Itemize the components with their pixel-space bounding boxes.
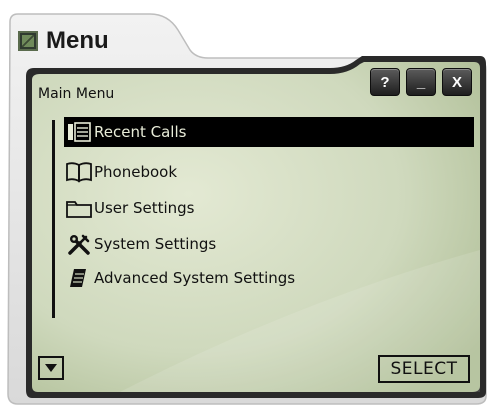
tools-icon (64, 232, 94, 256)
menu-item-system-settings[interactable]: System Settings (64, 229, 474, 259)
title-bar: Menu (18, 26, 109, 56)
select-button[interactable]: SELECT (378, 355, 470, 383)
window-title: Menu (46, 27, 109, 54)
menu-item-advanced-system-settings[interactable]: Advanced System Settings (64, 263, 474, 293)
triangle-down-icon (45, 364, 57, 372)
phonebook-icon (64, 160, 94, 184)
menu-item-recent-calls[interactable]: Recent Calls (64, 117, 474, 147)
recent-calls-icon (64, 120, 94, 144)
menu-header: Main Menu (38, 86, 115, 102)
menu-item-phonebook[interactable]: Phonebook (64, 157, 474, 187)
menu-item-label: Phonebook (94, 163, 178, 181)
folder-icon (64, 196, 94, 220)
advanced-settings-icon (64, 266, 94, 290)
menu-item-user-settings[interactable]: User Settings (64, 193, 474, 223)
menu-item-label: User Settings (94, 199, 195, 217)
minimize-button[interactable]: _ (406, 68, 436, 96)
scroll-down-button[interactable] (38, 356, 64, 380)
menu-tree-line (52, 120, 55, 318)
app-logo-icon (18, 31, 38, 51)
help-button[interactable]: ? (370, 68, 400, 96)
menu-item-label: System Settings (94, 235, 217, 253)
menu-item-label: Recent Calls (94, 123, 187, 141)
close-button[interactable]: X (442, 68, 472, 96)
menu-item-label: Advanced System Settings (94, 269, 296, 287)
